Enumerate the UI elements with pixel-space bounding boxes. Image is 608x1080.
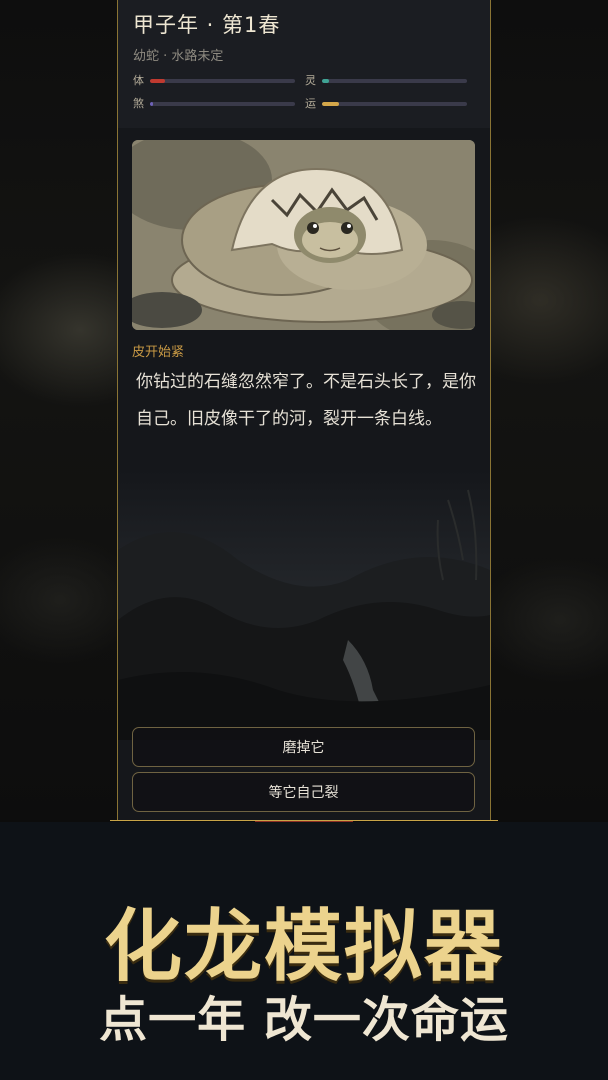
stat-label: 运 — [305, 97, 316, 110]
stat-label: 灵 — [305, 74, 316, 87]
status-header: 甲子年 · 第1春 幼蛇 · 水路未定 体 灵 煞 运 — [118, 0, 490, 128]
stage-subtitle: 幼蛇 · 水路未定 — [133, 49, 224, 64]
stat-body: 体 — [133, 74, 298, 88]
choice-button-2[interactable]: 等它自己裂 — [132, 772, 475, 812]
stat-track — [150, 79, 295, 83]
stat-track — [322, 102, 467, 106]
stat-fill — [150, 79, 165, 83]
stat-luck: 运 — [305, 97, 470, 111]
stat-fill — [322, 79, 330, 83]
stat-evil: 煞 — [133, 97, 298, 111]
event-title: 皮开始紧 — [132, 345, 185, 360]
stat-fill — [322, 102, 340, 106]
stat-fill — [150, 102, 153, 106]
promo-subtitle: 点一年 改一次命运 — [99, 992, 509, 1048]
stat-label: 煞 — [133, 97, 144, 110]
snake-hatching-from-egg-image — [132, 140, 475, 330]
stream-landscape-illustration — [118, 470, 490, 740]
stat-track — [150, 102, 295, 106]
stat-label: 体 — [133, 74, 144, 87]
choice-button-1[interactable]: 磨掉它 — [132, 727, 475, 767]
promo-banner: 化龙模拟器 点一年 改一次命运 — [0, 822, 608, 1080]
stat-spirit: 灵 — [305, 74, 470, 88]
year-season-title: 甲子年 · 第1春 — [133, 13, 281, 37]
event-description: 你钻过的石缝忽然窄了。不是石头长了，是你自己。旧皮像干了的河，裂开一条白线。 — [136, 372, 476, 429]
game-screen: 甲子年 · 第1春 幼蛇 · 水路未定 体 灵 煞 运 皮开始紧 你钻过的石缝忽… — [117, 0, 491, 820]
stat-track — [322, 79, 467, 83]
